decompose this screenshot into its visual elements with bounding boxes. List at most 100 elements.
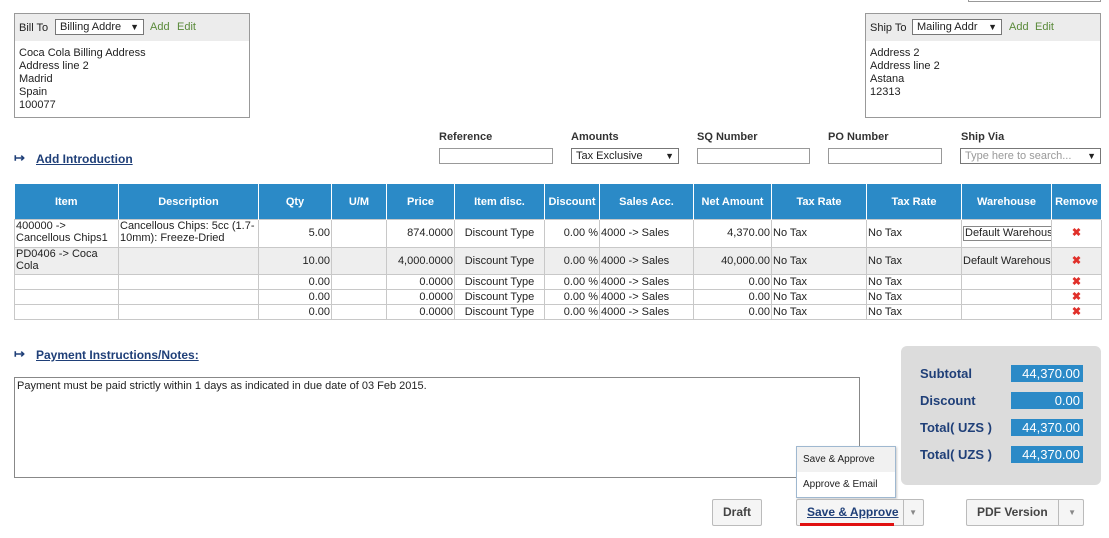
um-cell[interactable] [331, 219, 387, 248]
tax-rate-cell[interactable]: No Tax [771, 289, 867, 305]
close-icon[interactable]: ✖ [1051, 219, 1102, 248]
ship-via-search[interactable]: Type here to search... ▼ [960, 148, 1101, 164]
pdf-version-button[interactable]: PDF Version ▼ [966, 499, 1084, 526]
dropdown-arrow-icon: ▼ [130, 22, 139, 32]
ship-to-address-select[interactable]: Mailing Addr ▼ [912, 19, 1002, 35]
ship-to-label: Ship To [870, 22, 907, 34]
qty-cell[interactable]: 10.00 [258, 247, 332, 275]
amounts-label: Amounts [571, 131, 619, 143]
save-approve-button[interactable]: Save & Approve ▼ [796, 499, 924, 526]
price-cell[interactable]: 874.0000 [386, 219, 455, 248]
item-cell[interactable] [14, 289, 119, 305]
warehouse-cell[interactable] [961, 274, 1052, 290]
tax-rate-2-cell[interactable]: No Tax [866, 289, 962, 305]
reference-input[interactable] [439, 148, 553, 164]
menu-item-approve-email[interactable]: Approve & Email [797, 472, 895, 497]
price-cell[interactable]: 0.0000 [386, 304, 455, 320]
description-cell[interactable] [118, 274, 259, 290]
qty-cell[interactable]: 0.00 [258, 304, 332, 320]
description-cell[interactable] [118, 304, 259, 320]
um-cell[interactable] [331, 274, 387, 290]
item-disc-cell[interactable]: Discount Type [454, 274, 545, 290]
discount-cell[interactable]: 0.00 % [544, 247, 600, 275]
qty-cell[interactable]: 0.00 [258, 289, 332, 305]
warehouse-cell[interactable] [961, 304, 1052, 320]
item-disc-cell[interactable]: Discount Type [454, 289, 545, 305]
bill-to-address-select[interactable]: Billing Addre ▼ [55, 19, 144, 35]
description-cell[interactable]: Cancellous Chips: 5cc (1.7-10mm): Freeze… [118, 219, 259, 248]
close-icon[interactable]: ✖ [1051, 304, 1102, 320]
sq-number-input[interactable] [697, 148, 810, 164]
description-cell[interactable] [118, 289, 259, 305]
warehouse-cell[interactable]: Default Warehouse [961, 247, 1052, 275]
tax-rate-2-cell[interactable]: No Tax [866, 247, 962, 275]
item-cell[interactable]: PD0406 -> Coca Cola [14, 247, 119, 275]
discount-cell[interactable]: 0.00 % [544, 304, 600, 320]
total-value: 44,370.00 [1011, 419, 1083, 436]
sales-acc-cell[interactable]: 4000 -> Sales [599, 289, 694, 305]
discount-cell[interactable]: 0.00 % [544, 289, 600, 305]
tax-rate-cell[interactable]: No Tax [771, 247, 867, 275]
discount-cell[interactable]: 0.00 % [544, 274, 600, 290]
sales-acc-cell[interactable]: 4000 -> Sales [599, 247, 694, 275]
top-right-field-edge [968, 0, 1101, 2]
payment-notes-textarea[interactable]: Payment must be paid strictly within 1 d… [14, 377, 860, 478]
warehouse-cell: Default Warehouse [961, 219, 1052, 248]
close-icon[interactable]: ✖ [1051, 274, 1102, 290]
discount-cell[interactable]: 0.00 % [544, 219, 600, 248]
close-icon[interactable]: ✖ [1051, 247, 1102, 275]
item-cell[interactable]: 400000 -> Cancellous Chips1 [14, 219, 119, 248]
qty-cell[interactable]: 0.00 [258, 274, 332, 290]
caret-down-icon[interactable]: ▼ [903, 500, 917, 525]
discount-label: Discount [920, 393, 976, 408]
col-header-item-disc: Item disc. [454, 184, 545, 220]
tax-rate-cell[interactable]: No Tax [771, 304, 867, 320]
warehouse-cell[interactable] [961, 289, 1052, 305]
close-icon[interactable]: ✖ [1051, 289, 1102, 305]
tax-rate-2-cell[interactable]: No Tax [866, 219, 962, 248]
table-row: 0.00 0.0000 Discount Type 0.00 % 4000 ->… [14, 304, 1102, 320]
add-introduction-link[interactable]: Add Introduction [36, 152, 133, 166]
sales-acc-cell[interactable]: 4000 -> Sales [599, 304, 694, 320]
col-header-net-amount: Net Amount [693, 184, 772, 220]
bill-to-add-link[interactable]: Add [150, 21, 170, 33]
item-disc-cell[interactable]: Discount Type [454, 219, 545, 248]
menu-item-save-approve[interactable]: Save & Approve [797, 447, 895, 472]
bill-to-edit-link[interactable]: Edit [177, 21, 196, 33]
um-cell[interactable] [331, 247, 387, 275]
price-cell[interactable]: 0.0000 [386, 274, 455, 290]
dropdown-arrow-icon: ▼ [665, 151, 674, 161]
item-cell[interactable] [14, 304, 119, 320]
warehouse-select[interactable]: Default Warehouse [963, 226, 1051, 241]
tax-rate-2-cell[interactable]: No Tax [866, 304, 962, 320]
item-disc-cell[interactable]: Discount Type [454, 304, 545, 320]
sq-number-label: SQ Number [697, 131, 758, 143]
amounts-select[interactable]: Tax Exclusive ▼ [571, 148, 679, 164]
caret-down-icon[interactable]: ▼ [1058, 500, 1076, 525]
item-cell[interactable] [14, 274, 119, 290]
sales-acc-cell[interactable]: 4000 -> Sales [599, 219, 694, 248]
qty-cell[interactable]: 5.00 [258, 219, 332, 248]
red-underline [800, 523, 894, 526]
tax-rate-cell[interactable]: No Tax [771, 219, 867, 248]
um-cell[interactable] [331, 304, 387, 320]
total-label-2: Total( UZS ) [920, 447, 992, 462]
price-cell[interactable]: 0.0000 [386, 289, 455, 305]
col-header-discount: Discount [544, 184, 600, 220]
payment-instructions-link[interactable]: Payment Instructions/Notes: [36, 348, 199, 362]
table-header-row: Item Description Qty U/M Price Item disc… [14, 184, 1102, 220]
description-cell[interactable] [118, 247, 259, 275]
price-cell[interactable]: 4,000.0000 [386, 247, 455, 275]
ship-to-add-link[interactable]: Add [1009, 21, 1029, 33]
item-disc-cell[interactable]: Discount Type [454, 247, 545, 275]
po-number-input[interactable] [828, 148, 942, 164]
bill-to-panel: Bill To Billing Addre ▼ Add Edit Coca Co… [14, 13, 250, 118]
total-value-2: 44,370.00 [1011, 446, 1083, 463]
sales-acc-cell[interactable]: 4000 -> Sales [599, 274, 694, 290]
tax-rate-cell[interactable]: No Tax [771, 274, 867, 290]
draft-button[interactable]: Draft [712, 499, 762, 526]
col-header-um: U/M [331, 184, 387, 220]
tax-rate-2-cell[interactable]: No Tax [866, 274, 962, 290]
ship-to-edit-link[interactable]: Edit [1035, 21, 1054, 33]
um-cell[interactable] [331, 289, 387, 305]
